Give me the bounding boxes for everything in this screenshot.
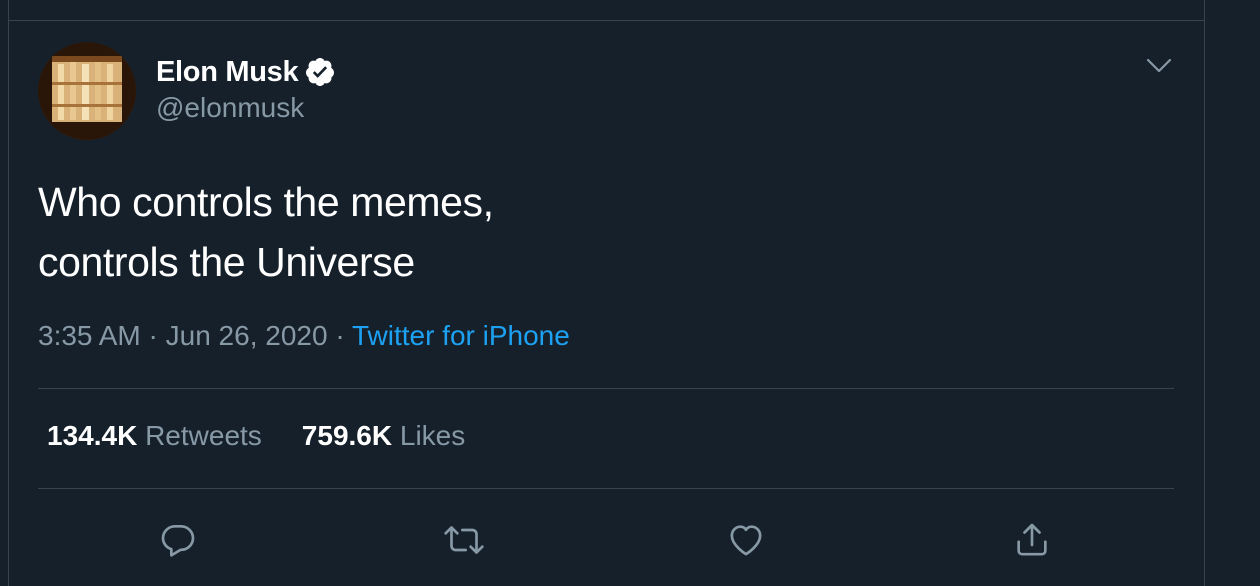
tweet-text-line-1: Who controls the memes, (38, 179, 494, 225)
tweet-time[interactable]: 3:35 AM (38, 320, 141, 351)
avatar-image (38, 42, 136, 140)
meta-separator: · (335, 320, 345, 351)
like-icon (730, 525, 762, 556)
divider (38, 388, 1174, 389)
frame-top-border (8, 20, 1205, 21)
frame-right-border (1204, 0, 1205, 586)
retweets-stat[interactable]: 134.4K Retweets (47, 420, 262, 452)
author-name-row[interactable]: Elon Musk (156, 54, 336, 90)
author-handle[interactable]: @elonmusk (156, 92, 304, 124)
divider (38, 488, 1174, 489)
likes-label: Likes (399, 420, 466, 451)
tweet-meta: 3:35 AM · Jun 26, 2020 · Twitter for iPh… (38, 320, 570, 352)
meta-separator: · (148, 320, 158, 351)
tweet-text-line-2: controls the Universe (38, 239, 415, 285)
reply-icon (161, 525, 195, 557)
tweet-stats: 134.4K Retweets 759.6K Likes (47, 420, 465, 452)
share-button[interactable] (1008, 516, 1056, 564)
like-button[interactable] (722, 516, 770, 564)
tweet-date[interactable]: Jun 26, 2020 (166, 320, 328, 351)
reply-button[interactable] (154, 516, 202, 564)
retweet-button[interactable] (440, 516, 488, 564)
likes-count: 759.6K (301, 420, 393, 451)
tweet-page: Elon Musk @elonmusk Who controls the mem… (0, 0, 1260, 586)
tweet-text: Who controls the memes, controls the Uni… (38, 172, 938, 292)
tweet-source-link[interactable]: Twitter for iPhone (352, 320, 570, 351)
avatar[interactable] (38, 42, 136, 140)
author-display-name[interactable]: Elon Musk (156, 56, 299, 89)
likes-stat[interactable]: 759.6K Likes (302, 420, 465, 452)
retweets-label: Retweets (145, 420, 262, 451)
retweets-count: 134.4K (47, 420, 138, 451)
share-icon (1017, 523, 1047, 556)
chevron-down-icon[interactable] (1144, 54, 1174, 78)
frame-left-border (8, 0, 9, 586)
retweet-icon (444, 526, 484, 554)
verified-badge-icon (304, 56, 336, 88)
